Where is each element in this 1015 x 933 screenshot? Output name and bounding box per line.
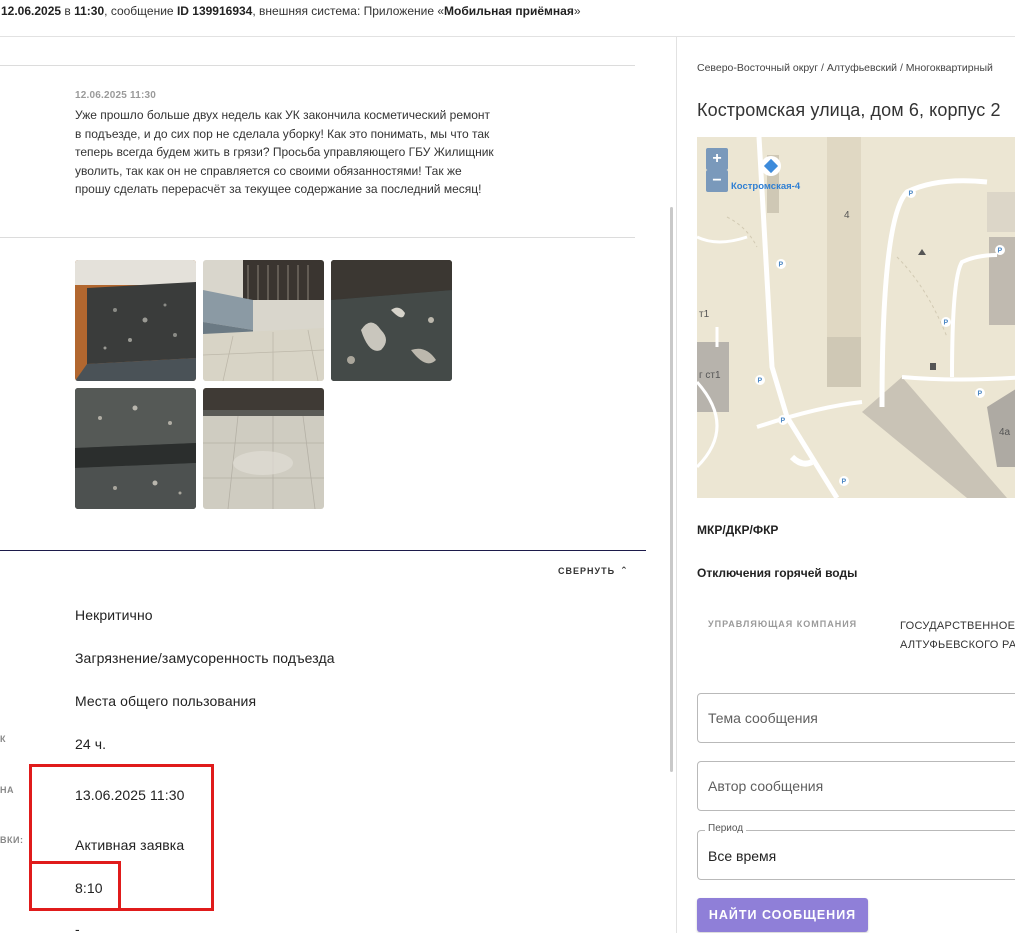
- zoom-in-button[interactable]: +: [706, 148, 728, 170]
- map-canvas: Костромская-4 4 г ст1 т1 4а P P P P P P …: [697, 137, 1015, 498]
- map-parking-label: P: [944, 320, 949, 327]
- message-text: Уже прошло больше двух недель как УК зак…: [75, 108, 494, 196]
- photo-thumbnail[interactable]: [203, 388, 324, 509]
- header-external-suffix: »: [573, 4, 581, 18]
- period-label: Период: [705, 823, 747, 834]
- map-building: [987, 192, 1015, 232]
- map-parking-label: P: [781, 418, 786, 425]
- period-value: Все время: [708, 848, 777, 864]
- photo-thumbnail[interactable]: [75, 260, 196, 381]
- message-header: 12.06.2025 в 11:30, сообщение ID 1399169…: [0, 0, 1015, 37]
- map-parking-label: P: [909, 191, 914, 198]
- map-parking-label: P: [998, 248, 1003, 255]
- deadline-label-fragment: К: [0, 734, 6, 744]
- map-building-label: т1: [699, 309, 710, 320]
- problem-value: Загрязнение/замусоренность подъезда: [75, 650, 335, 666]
- map-building: [827, 337, 861, 387]
- mkr-section-title: МКР/ДКР/ФКР: [697, 523, 779, 537]
- header-in-word: в: [64, 4, 71, 18]
- highlight-box: [29, 861, 121, 911]
- message-details-panel: 12.06.2025 11:30 Уже прошло больше двух …: [0, 37, 676, 933]
- divider: [0, 65, 635, 66]
- map-building-label: г ст1: [699, 370, 721, 381]
- photo-dirty-floor: [331, 260, 452, 381]
- message-date: 12.06.2025 11:30: [75, 90, 157, 101]
- criticality-value: Некритично: [75, 607, 153, 623]
- map-building-label: 4: [844, 210, 850, 221]
- chevron-up-icon: ⌃: [620, 565, 629, 575]
- status-label-fragment: ВКИ:: [0, 835, 24, 845]
- zoom-out-button[interactable]: −: [706, 170, 728, 192]
- photo-stairwell: [203, 260, 324, 381]
- photo-tiled-floor: [203, 388, 324, 509]
- breadcrumb: Северо-Восточный округ / Алтуфьевский / …: [697, 62, 993, 74]
- management-company-line: ГОСУДАРСТВЕННОЕ: [900, 620, 1015, 632]
- divider: [0, 237, 635, 238]
- map-parking-label: P: [978, 391, 983, 398]
- header-external-name: Мобильная приёмная: [444, 4, 574, 18]
- scrollbar[interactable]: [670, 207, 673, 772]
- photo-thumbnail[interactable]: [75, 388, 196, 509]
- map[interactable]: Костромская-4 4 г ст1 т1 4а P P P P P P …: [697, 137, 1015, 498]
- map-parking-label: P: [779, 262, 784, 269]
- collapse-label: СВЕРНУТЬ: [558, 566, 616, 576]
- photo-thumbnail[interactable]: [203, 260, 324, 381]
- find-messages-button[interactable]: НАЙТИ СООБЩЕНИЯ: [697, 898, 868, 932]
- empty-value-dash: -: [75, 921, 80, 933]
- map-building-label: 4а: [999, 427, 1011, 438]
- collapse-button[interactable]: СВЕРНУТЬ ⌃: [558, 565, 629, 577]
- map-parking-label: P: [842, 479, 847, 486]
- category-value: Места общего пользования: [75, 693, 257, 709]
- deadline-hours-value: 24 ч.: [75, 736, 107, 752]
- header-date: 12.06.2025: [1, 4, 62, 18]
- map-stop-label: Костромская-4: [731, 181, 801, 192]
- header-time: 11:30: [74, 4, 105, 18]
- section-divider: [0, 550, 646, 551]
- photo-step-closeup: [75, 388, 196, 509]
- address-title: Костромская улица, дом 6, корпус 2: [697, 100, 1001, 120]
- header-message-id: ID 139916934: [176, 4, 253, 18]
- period-select[interactable]: Период Все время: [697, 823, 1015, 880]
- management-company-value: ГОСУДАРСТВЕННОЕ АЛТУФЬЕВСКОГО РА: [900, 617, 1015, 655]
- author-input[interactable]: [697, 761, 1015, 811]
- photo-stairs-landing: [75, 260, 196, 381]
- management-company-line: АЛТУФЬЕВСКОГО РА: [900, 639, 1015, 651]
- topic-input[interactable]: [697, 693, 1015, 743]
- hot-water-section-title: Отключения горячей воды: [697, 566, 858, 580]
- deadline-date-label-fragment: НА: [0, 785, 14, 795]
- address-panel: Северо-Восточный округ / Алтуфьевский / …: [676, 37, 1015, 933]
- header-external-prefix: , внешняя система: Приложение «: [252, 4, 445, 18]
- management-company-label: УПРАВЛЯЮЩАЯ КОМПАНИЯ: [708, 619, 858, 629]
- header-message-word: , сообщение: [104, 4, 174, 18]
- map-parking-label: P: [758, 378, 763, 385]
- photo-thumbnail[interactable]: [331, 260, 452, 381]
